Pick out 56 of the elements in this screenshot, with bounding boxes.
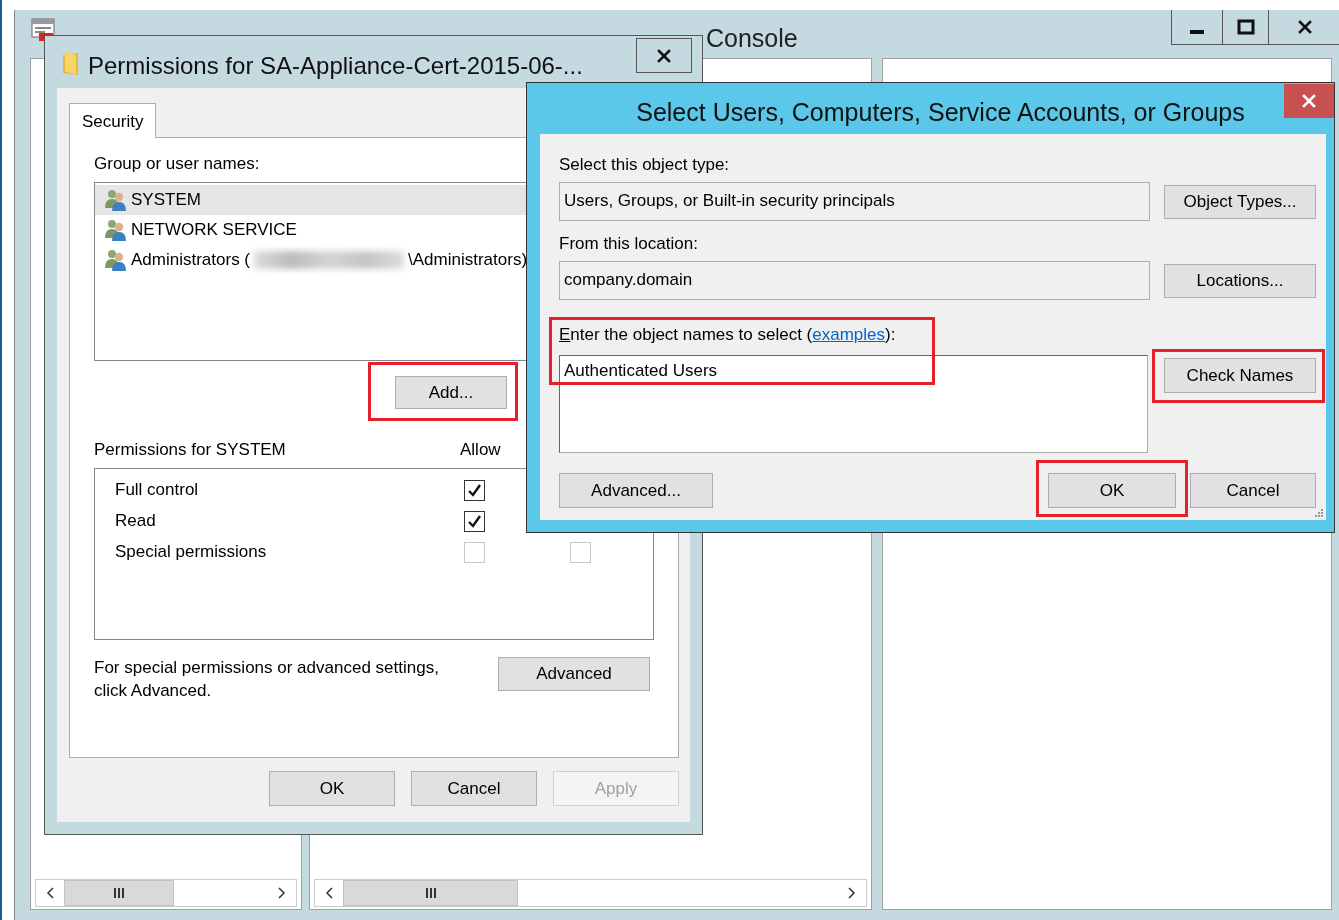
close-icon — [657, 48, 671, 63]
users-icon — [104, 188, 127, 212]
close-button[interactable] — [636, 38, 692, 73]
checkbox[interactable] — [464, 510, 485, 532]
user-name: SYSTEM — [131, 189, 201, 212]
permission-name: Full control — [115, 479, 200, 502]
location-field: company.domain — [559, 261, 1150, 300]
maximize-icon — [1236, 19, 1255, 35]
user-name: \Administrators) — [408, 249, 528, 272]
permission-name: Read — [115, 510, 157, 533]
column-header: Allow — [460, 439, 501, 461]
help-text: For special permissions or advanced settings, click Advanced. — [94, 656, 440, 702]
examples-link[interactable]: examples — [812, 325, 885, 344]
check-names-button[interactable]: Check Names — [1164, 357, 1316, 393]
grip-icon — [425, 888, 436, 898]
folder-icon — [62, 49, 80, 77]
add-button[interactable]: Add... — [395, 376, 507, 409]
dialog-button[interactable]: Cancel — [1190, 472, 1316, 508]
advanced-button[interactable]: Advanced... — [559, 472, 713, 508]
close-icon — [1302, 94, 1316, 108]
resize-grip-icon — [1313, 507, 1324, 518]
minimize-icon — [1190, 30, 1204, 34]
scrollbar[interactable] — [35, 879, 297, 907]
checkmark-icon — [467, 483, 482, 497]
scroll-thumb[interactable] — [64, 880, 174, 906]
window-title: Console — [706, 23, 798, 54]
users-icon — [104, 248, 127, 272]
chevron-left-icon — [324, 886, 334, 900]
dialog-button[interactable]: Cancel — [411, 771, 537, 806]
permission-name: Special permissions — [115, 541, 268, 564]
locations-button[interactable]: Locations... — [1164, 263, 1316, 298]
checkmark-icon — [467, 514, 482, 528]
names-input[interactable]: Authenticated Users — [559, 354, 1148, 453]
scroll-thumb[interactable] — [343, 880, 518, 906]
grip-icon — [114, 888, 124, 898]
dialog-title: Select Users, Computers, Service Accounts, or Groups — [635, 97, 1246, 128]
user-name: NETWORK SERVICE — [131, 219, 297, 242]
users-icon — [104, 218, 127, 242]
tab[interactable]: Security — [69, 103, 157, 138]
section-label: Group or user names: — [94, 154, 260, 174]
chevron-right-icon — [847, 886, 857, 900]
checkbox[interactable] — [464, 479, 485, 501]
chevron-left-icon — [45, 886, 55, 900]
close-icon — [1297, 20, 1312, 34]
dialog-button[interactable]: OK — [269, 771, 395, 806]
user-name: Administrators ( — [131, 249, 251, 272]
field-label: Select this object type: — [559, 155, 730, 175]
section-label: Permissions for SYSTEM — [94, 439, 287, 461]
dialog-title: Permissions for SA-Appliance-Cert-2015-06-... — [88, 51, 583, 81]
console-icon — [31, 18, 55, 42]
object-type-field: Users, Groups, or Built-in security principals — [559, 182, 1150, 221]
dialog-button[interactable]: OK — [1048, 472, 1176, 508]
advanced-button[interactable]: Advanced — [498, 656, 650, 691]
chevron-right-icon — [277, 886, 287, 900]
scrollbar[interactable] — [314, 879, 867, 907]
object-types-button[interactable]: Object Types... — [1164, 184, 1316, 219]
